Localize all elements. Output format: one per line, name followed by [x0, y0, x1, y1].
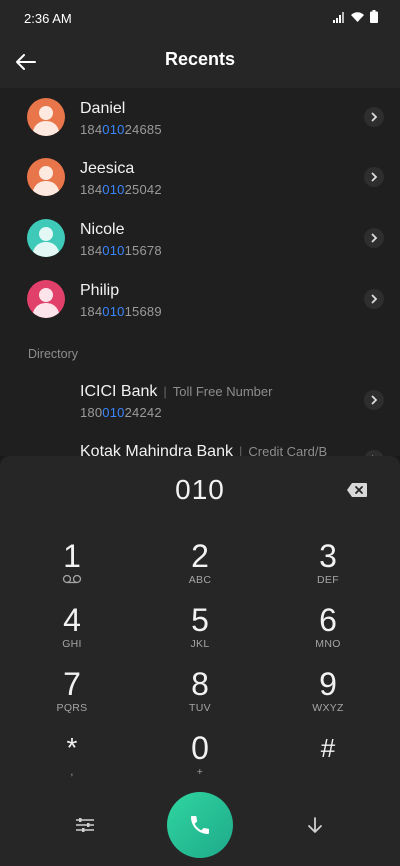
recents-list: Daniel 18401024685 Jeesica 18401025042 N…: [0, 88, 400, 456]
chevron-right-icon: [371, 294, 378, 304]
contact-name: Jeesica: [80, 160, 135, 177]
contact-number: 18401025042: [80, 182, 162, 197]
key-2[interactable]: 2 ABC: [160, 538, 240, 594]
key-5[interactable]: 5 JKL: [160, 602, 240, 658]
directory-name: ICICI Bank: [80, 383, 158, 400]
backspace-button[interactable]: [346, 482, 368, 498]
key-letters: GHI: [62, 638, 82, 650]
key-3[interactable]: 3 DEF: [288, 538, 368, 594]
key-digit: 3: [319, 538, 337, 574]
directory-number: 18001024242: [80, 405, 162, 420]
key-letters: MNO: [315, 638, 341, 650]
key-letters: JKL: [190, 638, 210, 650]
key-digit: 0: [191, 730, 209, 766]
contact-name: Philip: [80, 282, 120, 299]
key-digit: 9: [319, 666, 337, 702]
key-digit: 5: [191, 602, 209, 638]
battery-icon: [370, 10, 378, 23]
contact-number: 18401015689: [80, 304, 162, 319]
key-digit: *: [66, 732, 78, 763]
key-digit: #: [320, 733, 336, 763]
directory-row-kotak[interactable]: Kotak Mahindra Bank | Credit Card/B: [0, 431, 400, 456]
avatar: [27, 219, 65, 257]
page-title: Recents: [164, 49, 236, 69]
key-letters: WXYZ: [312, 702, 344, 714]
dialpad-bottom-bar: [0, 792, 400, 858]
key-star[interactable]: * ,: [32, 730, 112, 786]
directory-name: Kotak Mahindra Bank: [80, 443, 233, 456]
avatar: [27, 158, 65, 196]
key-8[interactable]: 8 TUV: [160, 666, 240, 722]
chevron-right-icon: [371, 172, 378, 182]
phone-icon: [191, 816, 209, 834]
key-digit: 4: [63, 602, 81, 638]
backspace-icon: [347, 483, 367, 497]
chevron-right-icon: [371, 233, 378, 243]
dialed-number: 010: [175, 474, 225, 505]
key-digit: 6: [319, 602, 337, 638]
contact-row-nicole[interactable]: Nicole 18401015678: [0, 209, 400, 269]
status-time: 2:36 AM: [24, 11, 72, 26]
key-letters: +: [196, 766, 204, 778]
details-button[interactable]: [364, 390, 384, 410]
person-icon: [32, 106, 60, 136]
status-icons: [333, 10, 378, 23]
key-letters: TUV: [189, 702, 211, 714]
contact-number: 18401015678: [80, 243, 162, 258]
directory-name-row: ICICI Bank | Toll Free Number: [80, 383, 273, 400]
key-hash[interactable]: #: [288, 730, 368, 786]
call-button[interactable]: [167, 792, 233, 858]
key-9[interactable]: 9 WXYZ: [288, 666, 368, 722]
key-digit: 1: [63, 538, 81, 574]
key-4[interactable]: 4 GHI: [32, 602, 112, 658]
chevron-right-icon: [371, 395, 378, 405]
details-button[interactable]: [364, 289, 384, 309]
contact-name: Nicole: [80, 221, 125, 238]
directory-row-icici[interactable]: ICICI Bank | Toll Free Number 18001024242: [0, 371, 400, 431]
key-letters: ABC: [188, 574, 212, 586]
directory-header: Directory: [28, 347, 79, 361]
avatar: [27, 280, 65, 318]
chevron-right-icon: [371, 112, 378, 122]
contact-number: 18401024685: [80, 122, 162, 137]
tune-icon: [76, 818, 94, 832]
key-letters: PQRS: [56, 702, 88, 714]
voicemail-icon: [32, 574, 112, 587]
key-digit: 2: [191, 538, 209, 574]
status-bar: 2:36 AM: [0, 0, 400, 36]
person-icon: [32, 227, 60, 257]
wifi-icon: [351, 12, 364, 22]
arrow-down-icon: [308, 817, 322, 833]
details-button[interactable]: [364, 228, 384, 248]
details-button[interactable]: [364, 107, 384, 127]
collapse-dialpad-button[interactable]: [304, 814, 326, 836]
key-1[interactable]: 1: [32, 538, 112, 594]
contact-row-jeesica[interactable]: Jeesica 18401025042: [0, 148, 400, 208]
details-button[interactable]: [364, 167, 384, 187]
directory-tag: Toll Free Number: [172, 384, 273, 399]
key-letters: DEF: [317, 574, 339, 586]
person-icon: [32, 288, 60, 318]
person-icon: [32, 166, 60, 196]
signal-icon: [333, 12, 344, 23]
key-0[interactable]: 0 +: [160, 730, 240, 786]
key-digit: 7: [63, 666, 81, 702]
key-6[interactable]: 6 MNO: [288, 602, 368, 658]
app-bar: Recents: [0, 36, 400, 88]
contact-name: Daniel: [80, 100, 126, 117]
directory-tag: Credit Card/B: [248, 444, 328, 456]
avatar: [27, 98, 65, 136]
tune-button[interactable]: [74, 814, 96, 836]
directory-name-row: Kotak Mahindra Bank | Credit Card/B: [80, 443, 327, 456]
contact-row-philip[interactable]: Philip 18401015689: [0, 270, 400, 330]
dialpad: 010 1 2 ABC 3 DEF 4 GHI 5 JKL 6 MNO 7 PQ…: [0, 456, 400, 866]
key-letters: ,: [70, 766, 74, 778]
key-digit: 8: [191, 666, 209, 702]
contact-row-daniel[interactable]: Daniel 18401024685: [0, 88, 400, 148]
key-7[interactable]: 7 PQRS: [32, 666, 112, 722]
